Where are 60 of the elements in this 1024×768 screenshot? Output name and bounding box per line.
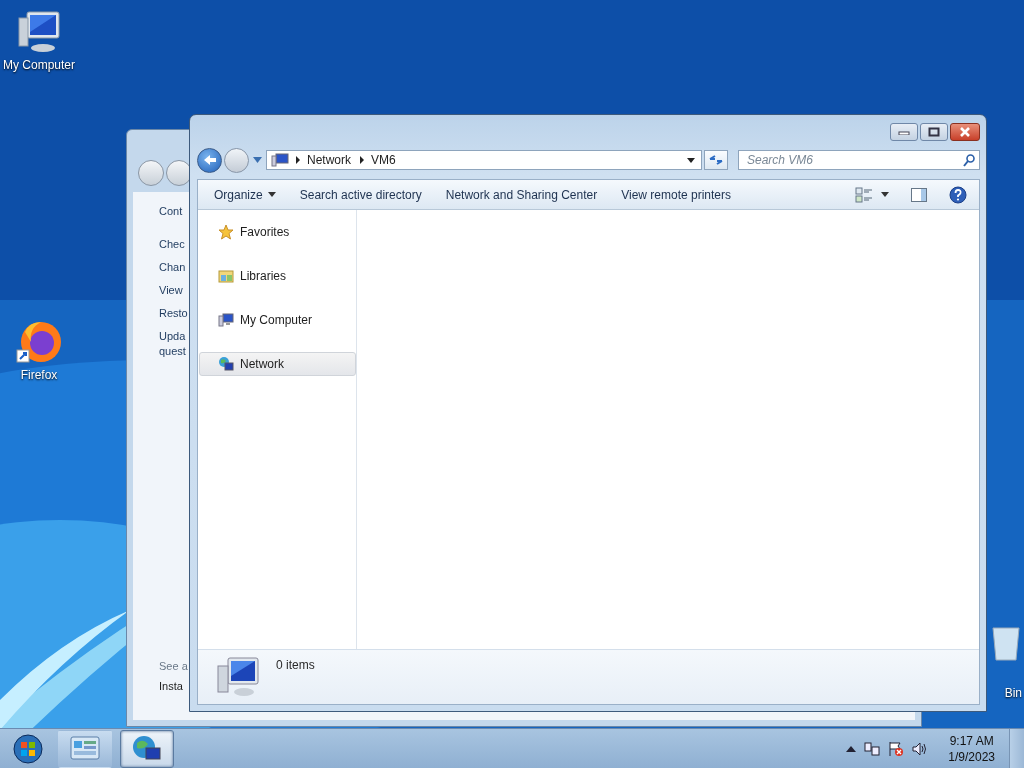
link-text[interactable]: View (159, 283, 183, 297)
desktop-icon-label[interactable]: My Computer (3, 58, 75, 72)
back-button[interactable] (197, 147, 222, 173)
folder-icon (218, 268, 234, 284)
show-hidden-icons-icon[interactable] (846, 745, 857, 752)
link-text[interactable]: See a (159, 660, 188, 672)
toolbar-button[interactable]: Network and Sharing Center (437, 184, 606, 205)
navigation-item[interactable]: Libraries (199, 264, 356, 288)
network-status-icon[interactable] (864, 740, 881, 757)
computer-icon (271, 153, 289, 167)
minimize-icon (898, 129, 910, 135)
link-text[interactable]: Cont (159, 204, 183, 218)
chevron-icon[interactable] (295, 156, 301, 164)
preview-pane-icon[interactable] (911, 187, 927, 202)
search-icon[interactable] (963, 154, 975, 167)
toolbar-button[interactable]: Organize (206, 184, 284, 205)
star-icon (218, 224, 234, 240)
taskbar-button[interactable] (120, 729, 174, 768)
address-bar[interactable]: Network VM6 (266, 150, 702, 170)
chevron-icon[interactable] (359, 156, 365, 164)
link-text[interactable]: Chec (159, 237, 185, 251)
maximize-button[interactable] (920, 123, 948, 141)
help-icon[interactable] (949, 185, 967, 204)
flag-icon[interactable] (888, 740, 905, 757)
link-text[interactable]: Resto (159, 306, 188, 320)
link-text[interactable]: quest (159, 344, 186, 358)
toolbar-button[interactable]: Search active directory (291, 184, 430, 205)
computer-icon (214, 654, 262, 698)
refresh-button[interactable] (704, 150, 728, 170)
computer-icon (218, 312, 234, 328)
clock[interactable]: 9:17 AM 1/9/2023 (942, 732, 1001, 765)
close-button[interactable] (950, 123, 980, 141)
time-text: 9:17 AM (949, 732, 994, 749)
network-icon (218, 356, 234, 372)
breadcrumb-item[interactable]: Network (307, 153, 351, 167)
dropdown-arrow-icon[interactable] (687, 157, 695, 163)
back-arrow-icon (202, 154, 217, 166)
caret-icon[interactable] (881, 192, 889, 197)
navigation-item[interactable]: My Computer (199, 308, 356, 332)
date-text: 1/9/2023 (948, 748, 995, 765)
navigation-item[interactable]: Network (199, 352, 356, 376)
volume-icon[interactable] (912, 740, 929, 757)
maximize-icon (928, 127, 940, 137)
search-field[interactable]: Search VM6 (738, 150, 980, 170)
refresh-icon (709, 154, 723, 166)
desktop-icon-label[interactable]: Firefox (20, 368, 58, 382)
link-text[interactable]: Upda (159, 329, 186, 343)
desktop-icon-label[interactable]: Bin (1004, 686, 1022, 700)
item-count: 0 items (276, 658, 315, 672)
link-text[interactable]: Chan (159, 260, 186, 274)
caret-icon (267, 192, 276, 197)
view-options-icon[interactable] (855, 186, 873, 203)
breadcrumb-item[interactable]: VM6 (371, 153, 396, 167)
navigation-item[interactable]: Favorites (199, 220, 356, 244)
forward-button[interactable] (166, 160, 192, 186)
close-icon (958, 127, 972, 137)
windows-logo-icon (13, 733, 43, 764)
toolbar-button[interactable]: View remote printers (613, 184, 739, 205)
control-panel-icon (69, 734, 101, 763)
link-text[interactable]: Insta (159, 680, 183, 692)
